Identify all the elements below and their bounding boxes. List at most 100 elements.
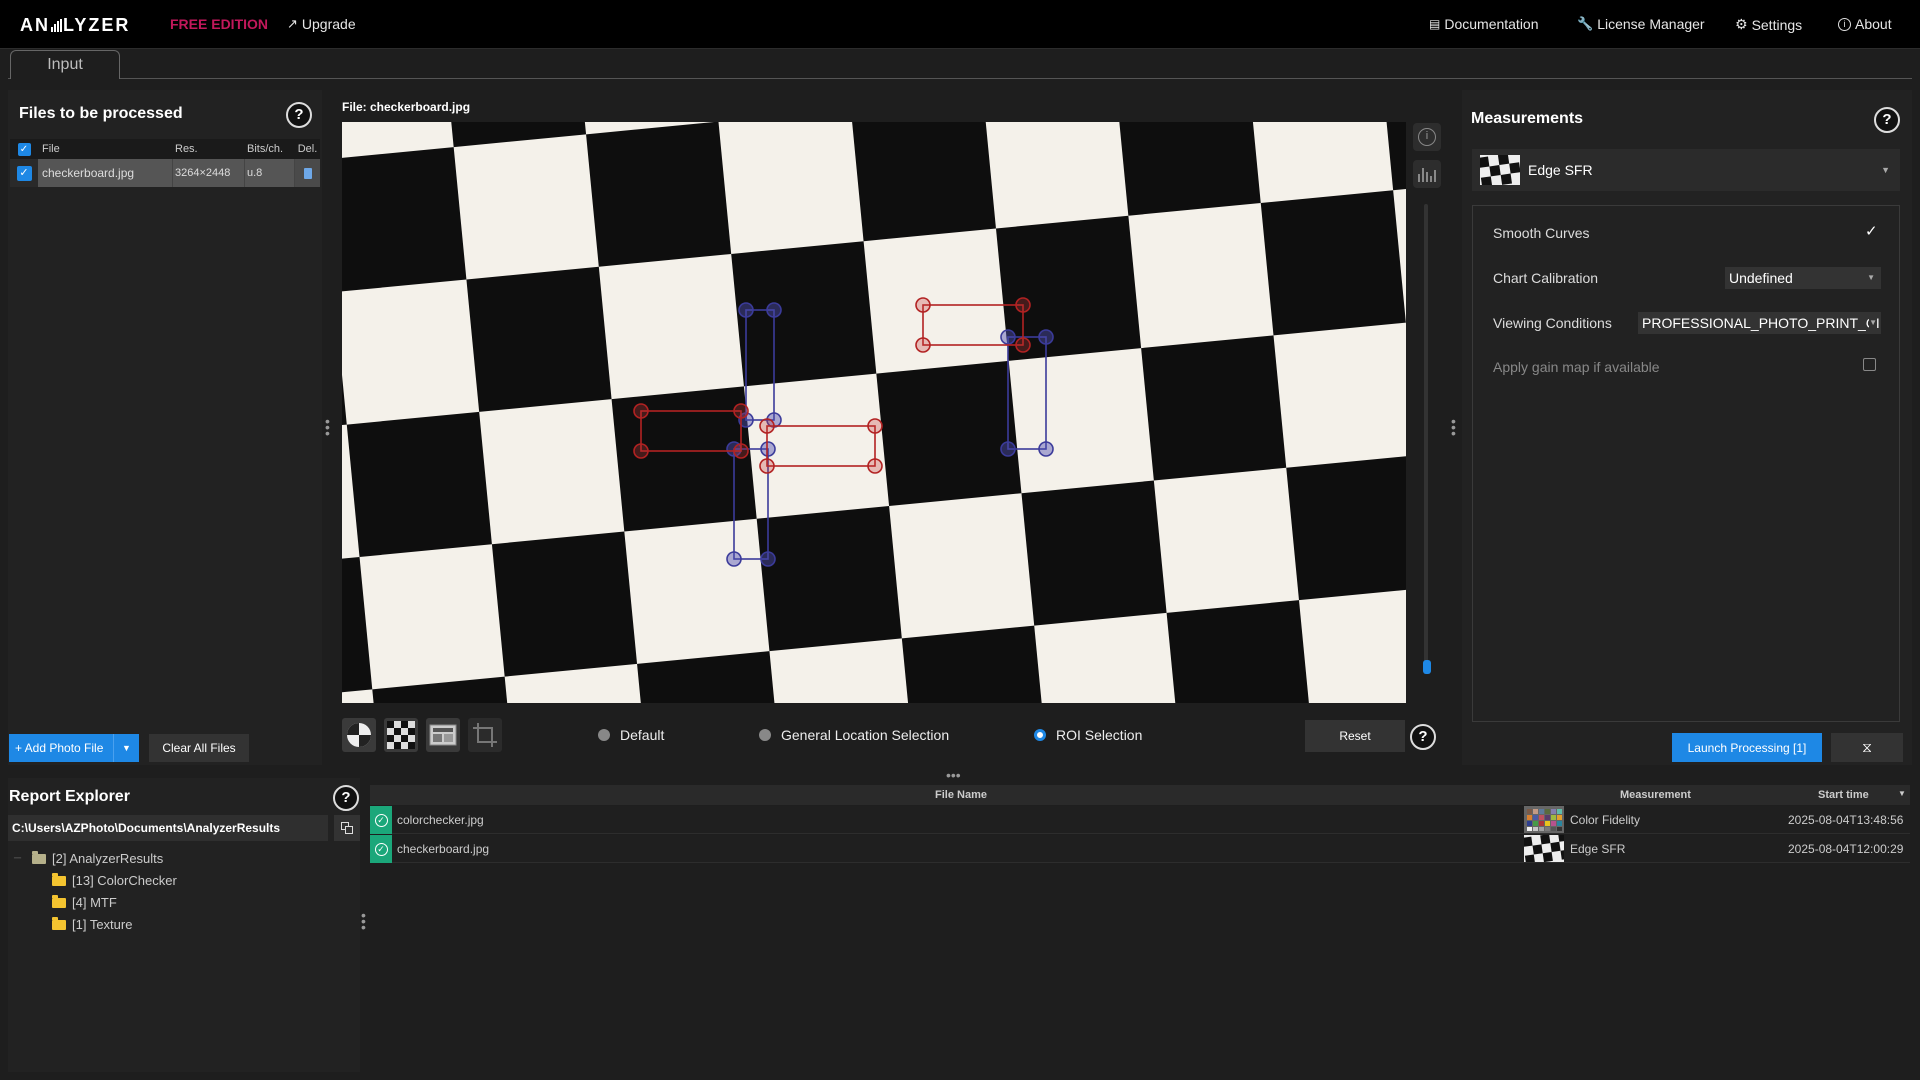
- select-all-checkbox[interactable]: ✓: [17, 142, 31, 156]
- chevron-down-icon: ▼: [1881, 165, 1890, 175]
- file-res-cell: 3264×2448: [173, 159, 245, 187]
- checkerboard-view-button[interactable]: [384, 718, 418, 752]
- delete-file-button[interactable]: [295, 159, 320, 187]
- checkerboard-thumbnail: [1524, 835, 1564, 862]
- viewing-conditions-select[interactable]: PROFESSIONAL_PHOTO_PRINT_CI ▼: [1638, 312, 1881, 334]
- results-row[interactable]: ✓ colorchecker.jpg Color Fidelity 2025-0…: [370, 806, 1910, 834]
- viewer-help-button[interactable]: ?: [1410, 724, 1436, 750]
- files-panel: [8, 90, 322, 765]
- file-bits-cell: u.8: [245, 159, 295, 187]
- files-table: ✓ File Res. Bits/ch. Del. ✓ checkerboard…: [10, 139, 320, 187]
- image-info-button[interactable]: i: [1413, 123, 1441, 151]
- processing-queue-button[interactable]: ⧖: [1831, 733, 1903, 762]
- report-explorer-title: Report Explorer: [9, 788, 130, 805]
- measurement-options: Smooth Curves ✓ Chart Calibration Undefi…: [1472, 205, 1900, 722]
- radio-indicator: [759, 729, 771, 741]
- checkerboard-icon: [1480, 155, 1520, 185]
- measurements-help-button[interactable]: ?: [1874, 107, 1900, 133]
- tree-item-root[interactable]: ─ [2] AnalyzerResults: [14, 850, 163, 866]
- wrench-icon: 🔧: [1577, 16, 1594, 31]
- trash-icon: [303, 167, 312, 179]
- horizontal-splitter-handle[interactable]: •••: [946, 768, 961, 782]
- viewing-conditions-label: Viewing Conditions: [1493, 315, 1612, 331]
- chart-calibration-select[interactable]: Undefined ▼: [1725, 267, 1881, 289]
- add-photo-file-button[interactable]: + Add Photo File ▼: [9, 734, 139, 762]
- column-start-time[interactable]: Start time: [1818, 789, 1869, 801]
- about-link[interactable]: i About: [1838, 16, 1892, 32]
- settings-link[interactable]: ⚙ Settings: [1735, 16, 1802, 33]
- reset-button[interactable]: Reset: [1305, 720, 1405, 752]
- histogram-icon: [1418, 166, 1436, 182]
- zoom-slider-thumb[interactable]: [1423, 660, 1431, 674]
- folder-icon: [52, 916, 66, 930]
- logo-bars-icon: [51, 19, 62, 32]
- folder-icon: [32, 850, 46, 864]
- result-measurement: Edge SFR: [1570, 842, 1626, 856]
- smooth-curves-label: Smooth Curves: [1493, 225, 1590, 241]
- vertical-splitter-handle-right[interactable]: • • •: [1451, 414, 1456, 440]
- external-link-icon: ↗: [287, 16, 298, 31]
- column-file-name[interactable]: File Name: [935, 789, 987, 801]
- files-help-button[interactable]: ?: [286, 102, 312, 128]
- column-measurement[interactable]: Measurement: [1620, 789, 1691, 801]
- upgrade-link[interactable]: ↗ Upgrade: [287, 16, 356, 32]
- app-logo: AN LYZER: [20, 15, 131, 35]
- gain-map-checkbox[interactable]: [1863, 358, 1876, 371]
- mode-roi-selection-radio[interactable]: ROI Selection: [1034, 727, 1142, 743]
- folder-icon: [52, 872, 66, 886]
- chart-view-button[interactable]: [426, 718, 460, 752]
- pie-view-button[interactable]: [342, 718, 376, 752]
- folder-icon: [52, 894, 66, 908]
- files-table-header: ✓ File Res. Bits/ch. Del.: [10, 139, 320, 159]
- result-start-time: 2025-08-04T13:48:56: [1788, 813, 1904, 827]
- column-file: File: [42, 143, 60, 155]
- crop-button[interactable]: [468, 718, 502, 752]
- tab-input[interactable]: Input: [10, 50, 120, 79]
- radio-indicator-selected: [1034, 729, 1046, 741]
- mode-default-radio[interactable]: Default: [598, 727, 664, 743]
- tree-item-texture[interactable]: [1] Texture: [52, 916, 132, 932]
- info-icon: i: [1838, 17, 1851, 31]
- documentation-link[interactable]: ▤ Documentation: [1429, 16, 1539, 32]
- check-circle-icon: ✓: [374, 842, 388, 856]
- image-viewer[interactable]: [342, 122, 1406, 703]
- tab-underline: [8, 78, 1912, 79]
- result-file-name: checkerboard.jpg: [397, 842, 490, 856]
- vertical-splitter-handle-bottom[interactable]: • • •: [361, 908, 366, 934]
- zoom-slider-track[interactable]: [1424, 204, 1428, 674]
- license-manager-link[interactable]: 🔧 License Manager: [1577, 16, 1705, 32]
- colorchecker-thumbnail: [1524, 806, 1564, 833]
- measurement-type-select[interactable]: Edge SFR ▼: [1472, 149, 1900, 191]
- file-row-checkbox[interactable]: ✓: [16, 165, 32, 181]
- test-chart-icon: [429, 724, 457, 746]
- status-badge: ✓: [370, 806, 392, 834]
- status-badge: ✓: [370, 835, 392, 863]
- checkerboard-image: [342, 122, 1406, 703]
- tree-item-colorchecker[interactable]: [13] ColorChecker: [52, 872, 177, 888]
- copy-path-button[interactable]: [334, 815, 360, 841]
- files-title: Files to be processed: [19, 105, 183, 122]
- chevron-down-icon: ▼: [1867, 273, 1875, 282]
- tree-item-mtf[interactable]: [4] MTF: [52, 894, 117, 910]
- launch-processing-button[interactable]: Launch Processing [1]: [1672, 733, 1822, 762]
- histogram-button[interactable]: [1413, 160, 1441, 188]
- clear-all-files-button[interactable]: Clear All Files: [149, 734, 249, 762]
- check-circle-icon: ✓: [374, 813, 388, 827]
- hourglass-icon: ⧖: [1862, 739, 1872, 755]
- column-bits: Bits/ch.: [247, 143, 284, 155]
- pie-icon: [347, 723, 371, 747]
- result-measurement: Color Fidelity: [1570, 813, 1641, 827]
- mode-general-location-radio[interactable]: General Location Selection: [759, 727, 949, 743]
- info-icon: i: [1418, 128, 1436, 146]
- sort-down-icon[interactable]: ▼: [1898, 789, 1906, 798]
- edition-label: FREE EDITION: [170, 16, 269, 32]
- gear-icon: ⚙: [1735, 16, 1748, 32]
- copy-icon: [341, 822, 353, 834]
- smooth-curves-checkbox[interactable]: ✓: [1865, 222, 1878, 240]
- chevron-down-icon[interactable]: ▼: [113, 734, 139, 762]
- vertical-splitter-handle[interactable]: • • •: [325, 414, 330, 440]
- file-row[interactable]: ✓ checkerboard.jpg 3264×2448 u.8: [10, 159, 320, 187]
- results-row[interactable]: ✓ checkerboard.jpg Edge SFR 2025-08-04T1…: [370, 835, 1910, 863]
- report-help-button[interactable]: ?: [333, 785, 359, 811]
- report-path-bar[interactable]: C:\Users\AZPhoto\Documents\AnalyzerResul…: [8, 815, 328, 841]
